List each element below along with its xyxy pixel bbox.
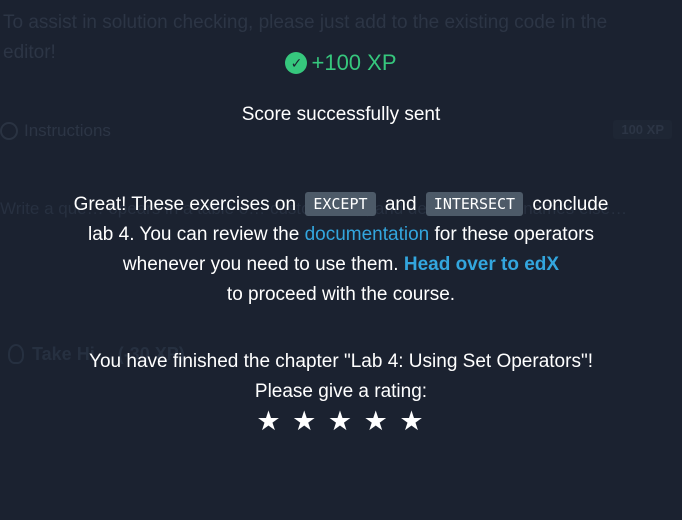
- star-rating: ★ ★ ★ ★ ★: [0, 406, 682, 436]
- message-text: and: [384, 194, 417, 215]
- xp-text: +100 XP: [311, 50, 397, 75]
- star-3-icon[interactable]: ★: [328, 406, 354, 436]
- chapter-finished-text: You have finished the chapter "Lab 4: Us…: [89, 351, 593, 372]
- xp-earned: ✓ +100 XP: [0, 50, 682, 76]
- message-text: Great! These exercises on: [73, 194, 297, 215]
- rating-prompt: Please give a rating:: [254, 381, 428, 402]
- star-4-icon[interactable]: ★: [364, 406, 390, 436]
- code-except: EXCEPT: [305, 192, 376, 216]
- code-intersect: INTERSECT: [425, 192, 524, 216]
- documentation-link[interactable]: documentation: [305, 224, 430, 245]
- completion-page: To assist in solution checking, please j…: [0, 0, 682, 520]
- message-text: to proceed with the course.: [226, 284, 456, 305]
- completion-overlay: ✓ +100 XP Score successfully sent Great! …: [0, 0, 682, 520]
- completion-message: Great! These exercises on EXCEPT and INT…: [60, 190, 622, 310]
- star-1-icon[interactable]: ★: [256, 406, 282, 436]
- edx-link[interactable]: Head over to edX: [404, 254, 559, 275]
- check-circle-icon: ✓: [285, 52, 308, 74]
- score-status: Score successfully sent: [241, 104, 441, 125]
- star-5-icon[interactable]: ★: [399, 406, 425, 436]
- star-2-icon[interactable]: ★: [292, 406, 318, 436]
